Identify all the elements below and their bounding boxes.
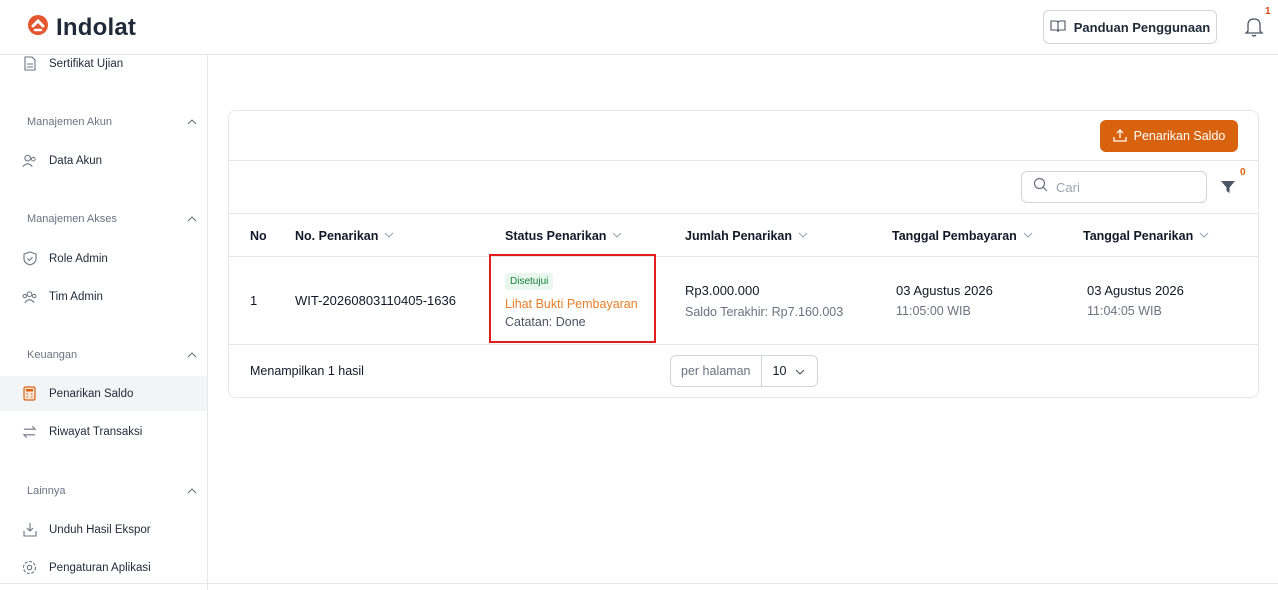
team-icon [22,289,37,304]
sidebar-section-keuangan[interactable]: Keuangan [27,349,197,361]
chevron-down-icon [1199,230,1209,241]
result-count: Menampilkan 1 hasil [250,364,364,378]
column-header-tanggal-penarikan[interactable]: Tanggal Penarikan [1083,214,1209,257]
sidebar-item-unduh-hasil-ekspor[interactable]: Unduh Hasil Ekspor [0,512,207,547]
search-field[interactable] [1021,171,1207,203]
sidebar-item-label: Penarikan Saldo [49,387,134,400]
gear-icon [22,560,37,575]
guide-button-label: Panduan Penggunaan [1073,19,1211,35]
sidebar-item-label: Pengaturan Aplikasi [49,561,151,574]
per-page-value: 10 [772,364,787,378]
column-label: No. Penarikan [295,228,379,243]
column-header-jumlah-penarikan[interactable]: Jumlah Penarikan [685,214,808,257]
penarikan-saldo-button[interactable]: Penarikan Saldo [1100,120,1238,152]
swap-arrows-icon [22,424,37,439]
table-header: No No. Penarikan Status Penarikan Jumlah… [229,214,1258,257]
lihat-bukti-pembayaran-link[interactable]: Lihat Bukti Pembayaran [505,297,638,311]
column-label: Status Penarikan [505,228,607,243]
table-toolbar: 0 [229,161,1258,214]
chevron-up-icon [187,116,197,128]
sidebar-item-data-akun[interactable]: Data Akun [0,143,207,178]
sidebar-item-role-admin[interactable]: Role Admin [0,241,207,276]
chevron-down-icon [795,364,805,378]
chevron-down-icon [798,230,808,241]
search-icon [1033,177,1048,197]
notification-count-badge: 1 [1265,6,1271,17]
filter-count-badge: 0 [1240,167,1246,178]
cell-withdraw-date: 03 Agustus 2026 [1087,283,1184,298]
chevron-up-icon [187,349,197,361]
sidebar-section-label: Manajemen Akun [27,116,112,128]
cell-withdraw-time: 11:04:05 WIB [1087,304,1162,318]
sidebar-item-penarikan-saldo[interactable]: Penarikan Saldo [0,376,207,411]
app-name: Indolat [56,13,137,41]
sidebar-section-lainnya[interactable]: Lainnya [27,485,197,497]
sidebar-item-label: Data Akun [49,154,103,167]
sidebar-item-label: Tim Admin [49,290,103,303]
cell-pay-date: 03 Agustus 2026 [896,283,993,298]
sidebar-item-label: Unduh Hasil Ekspor [49,523,151,536]
cell-pay-time: 11:05:00 WIB [896,304,971,318]
table-footer: Menampilkan 1 hasil per halaman 10 [229,345,1258,398]
upload-icon [1112,128,1127,145]
sidebar: Sertifikat Ujian Manajemen Akun Data Aku… [0,55,208,590]
cell-status: Disetujui [505,272,554,290]
cell-last-balance: Saldo Terakhir: Rp7.160.003 [685,305,844,319]
cell-no-penarikan: WIT-20260803110405-1636 [295,293,456,308]
notification-bell-icon[interactable] [1244,16,1264,38]
download-icon [22,522,37,537]
sidebar-item-sertifikat-ujian[interactable]: Sertifikat Ujian [0,46,207,81]
logo-icon [26,13,50,42]
status-badge: Disetujui [505,273,554,290]
sidebar-item-label: Sertifikat Ujian [49,57,124,70]
sidebar-section-manajemen-akses[interactable]: Manajemen Akses [27,213,197,225]
sidebar-section-label: Keuangan [27,349,78,361]
column-header-status-penarikan[interactable]: Status Penarikan [505,214,622,257]
app-logo[interactable]: Indolat [26,13,136,42]
column-header-tanggal-pembayaran[interactable]: Tanggal Pembayaran [892,214,1033,257]
column-header-no-penarikan[interactable]: No. Penarikan [295,214,394,257]
shield-icon [22,251,37,266]
table-row: 1 WIT-20260803110405-1636 Disetujui Liha… [229,254,1258,345]
chevron-down-icon [1023,230,1033,241]
sidebar-item-label: Riwayat Transaksi [49,425,143,438]
column-header-no: No [250,214,267,257]
column-label: Tanggal Pembayaran [892,228,1017,243]
chevron-up-icon [187,485,197,497]
users-icon [22,153,37,168]
calculator-icon [22,386,37,401]
search-input[interactable] [1056,179,1196,195]
chevron-down-icon [612,230,622,241]
guide-button[interactable]: Panduan Penggunaan [1043,10,1217,44]
sidebar-item-label: Role Admin [49,252,108,265]
withdrawal-card: Penarikan Saldo 0 No No. Penarikan Statu… [228,110,1259,398]
penarikan-saldo-button-label: Penarikan Saldo [1133,129,1226,143]
book-icon [1050,19,1066,36]
column-label: Jumlah Penarikan [685,228,792,243]
sidebar-section-manajemen-akun[interactable]: Manajemen Akun [27,116,197,128]
card-header: Penarikan Saldo [229,111,1258,161]
per-page-label: per halaman [671,356,762,386]
cell-no: 1 [250,293,258,308]
sidebar-item-pengaturan-aplikasi[interactable]: Pengaturan Aplikasi [0,550,207,585]
column-label: No [250,228,267,243]
chevron-down-icon [384,230,394,241]
per-page-value-wrap[interactable]: 10 [762,364,817,378]
sidebar-item-tim-admin[interactable]: Tim Admin [0,279,207,314]
sidebar-section-label: Lainnya [27,485,66,497]
cell-amount: Rp3.000.000 [685,283,760,298]
per-page-select[interactable]: per halaman 10 [670,355,818,387]
column-label: Tanggal Penarikan [1083,228,1194,243]
sidebar-section-label: Manajemen Akses [27,213,117,225]
status-note: Catatan: Done [505,315,586,329]
bottom-divider [0,583,1278,584]
document-icon [22,56,37,71]
filter-icon[interactable] [1220,179,1236,195]
chevron-up-icon [187,213,197,225]
sidebar-item-riwayat-transaksi[interactable]: Riwayat Transaksi [0,414,207,449]
